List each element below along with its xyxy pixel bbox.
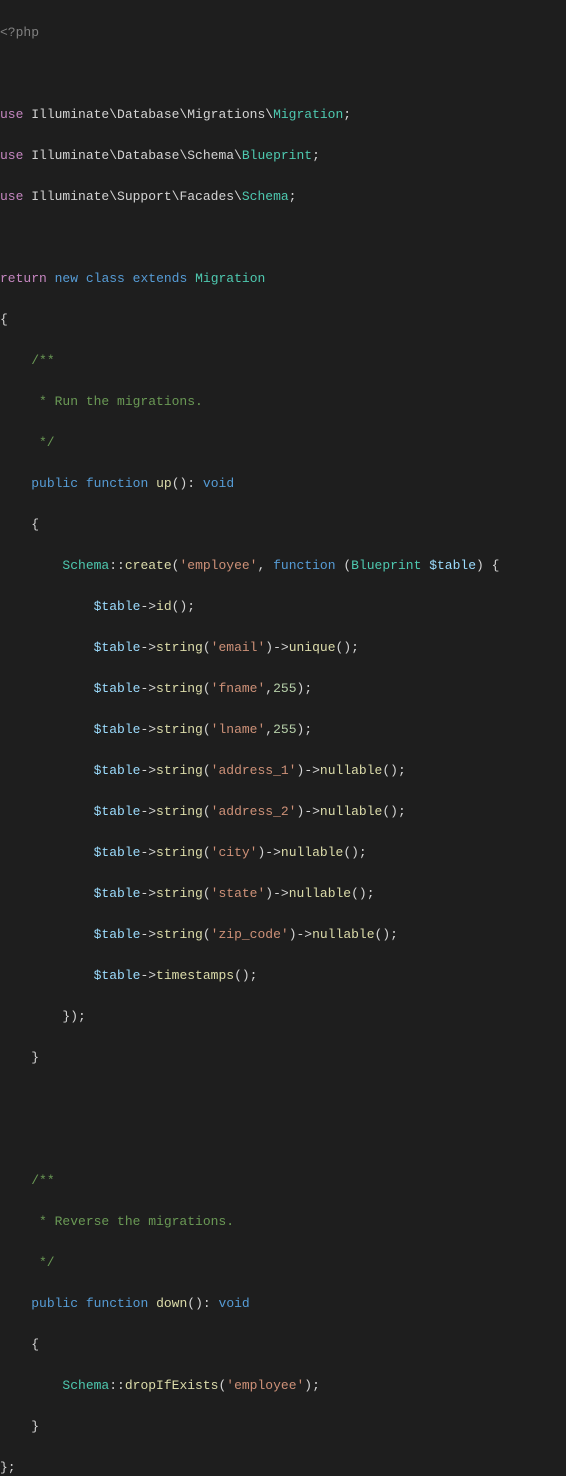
- method-call: id: [156, 599, 172, 614]
- variable: $table: [94, 886, 141, 901]
- function-keyword: function: [273, 558, 335, 573]
- method-call: nullable: [281, 845, 343, 860]
- function-keyword: function: [86, 1296, 148, 1311]
- number-literal: 255: [273, 722, 296, 737]
- method-call: string: [156, 845, 203, 860]
- docblock-close: */: [0, 435, 55, 450]
- method-name: down: [156, 1296, 187, 1311]
- variable: $table: [94, 927, 141, 942]
- string-literal: 'employee': [226, 1378, 304, 1393]
- namespace-text: Illuminate\Support\Facades\: [31, 189, 242, 204]
- string-literal: 'lname': [211, 722, 266, 737]
- new-keyword: new: [55, 271, 78, 286]
- public-keyword: public: [31, 1296, 78, 1311]
- code-editor-content[interactable]: <?php use Illuminate\Database\Migrations…: [0, 2, 566, 1476]
- return-keyword: return: [0, 271, 47, 286]
- brace: {: [0, 312, 8, 327]
- string-literal: 'state': [211, 886, 266, 901]
- variable: $table: [94, 640, 141, 655]
- method-call: string: [156, 886, 203, 901]
- schema-class: Schema: [62, 1378, 109, 1393]
- docblock: /**: [31, 1173, 54, 1188]
- php-open-tag: <?php: [0, 25, 39, 40]
- blank-line: [0, 64, 566, 85]
- brace: {: [31, 517, 39, 532]
- namespace-text: Illuminate\Database\Migrations\: [31, 107, 273, 122]
- brace: }: [31, 1419, 39, 1434]
- schema-class: Schema: [62, 558, 109, 573]
- variable: $table: [429, 558, 476, 573]
- string-literal: 'address_2': [211, 804, 297, 819]
- method-call: nullable: [312, 927, 374, 942]
- blank-line: [0, 1089, 566, 1110]
- function-keyword: function: [86, 476, 148, 491]
- void-type: void: [219, 1296, 250, 1311]
- blank-line: [0, 228, 566, 249]
- method-call: nullable: [320, 763, 382, 778]
- number-literal: 255: [273, 681, 296, 696]
- blank-line: [0, 1130, 566, 1151]
- use-keyword: use: [0, 189, 23, 204]
- string-literal: 'employee': [179, 558, 257, 573]
- extends-keyword: extends: [133, 271, 188, 286]
- use-keyword: use: [0, 107, 23, 122]
- type-hint: Blueprint: [351, 558, 421, 573]
- method-call: string: [156, 927, 203, 942]
- variable: $table: [94, 845, 141, 860]
- variable: $table: [94, 968, 141, 983]
- string-literal: 'city': [211, 845, 258, 860]
- method-call: dropIfExists: [125, 1378, 219, 1393]
- variable: $table: [94, 804, 141, 819]
- use-keyword: use: [0, 148, 23, 163]
- class-name: Migration: [195, 271, 265, 286]
- method-call: string: [156, 640, 203, 655]
- docblock-line: * Reverse the migrations.: [0, 1214, 234, 1229]
- namespace-text: Illuminate\Database\Schema\: [31, 148, 242, 163]
- class-name: Blueprint: [242, 148, 312, 163]
- class-name: Schema: [242, 189, 289, 204]
- method-call: nullable: [289, 886, 351, 901]
- docblock-close: */: [0, 1255, 55, 1270]
- brace: {: [31, 1337, 39, 1352]
- class-keyword: class: [86, 271, 125, 286]
- method-name: up: [156, 476, 172, 491]
- brace: }: [31, 1050, 39, 1065]
- closure-close: });: [62, 1009, 85, 1024]
- void-type: void: [203, 476, 234, 491]
- method-call: string: [156, 722, 203, 737]
- string-literal: 'email': [211, 640, 266, 655]
- string-literal: 'address_1': [211, 763, 297, 778]
- variable: $table: [94, 763, 141, 778]
- method-call: nullable: [320, 804, 382, 819]
- variable: $table: [94, 599, 141, 614]
- method-call: string: [156, 763, 203, 778]
- method-call: create: [125, 558, 172, 573]
- method-call: string: [156, 681, 203, 696]
- class-name: Migration: [273, 107, 343, 122]
- variable: $table: [94, 722, 141, 737]
- variable: $table: [94, 681, 141, 696]
- public-keyword: public: [31, 476, 78, 491]
- method-call: unique: [289, 640, 336, 655]
- string-literal: 'zip_code': [211, 927, 289, 942]
- method-call: timestamps: [156, 968, 234, 983]
- class-close: };: [0, 1460, 16, 1475]
- docblock: /**: [31, 353, 54, 368]
- method-call: string: [156, 804, 203, 819]
- string-literal: 'fname': [211, 681, 266, 696]
- docblock-line: * Run the migrations.: [0, 394, 203, 409]
